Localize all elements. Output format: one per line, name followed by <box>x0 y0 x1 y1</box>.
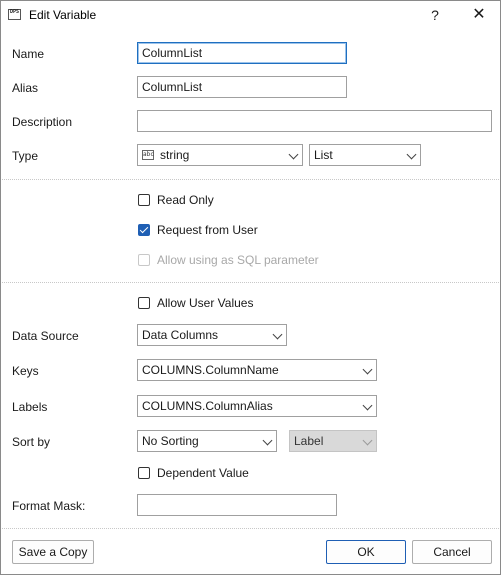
keys-select[interactable]: COLUMNS.ColumnName <box>137 359 377 381</box>
chevron-down-icon <box>406 149 417 160</box>
type-value: string <box>160 148 190 162</box>
help-button[interactable]: ? <box>425 5 445 25</box>
alias-label: Alias <box>12 81 39 95</box>
type-kind-value: List <box>314 148 333 162</box>
string-type-icon: abc <box>142 149 154 160</box>
chevron-down-icon <box>272 329 283 340</box>
sort-field-value: Label <box>294 434 324 448</box>
section-divider <box>2 179 499 180</box>
name-label: Name <box>12 47 45 61</box>
sort-by-value: No Sorting <box>142 434 199 448</box>
sort-by-label: Sort by <box>12 435 51 449</box>
description-label: Description <box>12 115 73 129</box>
format-mask-label: Format Mask: <box>12 499 86 513</box>
type-label: Type <box>12 149 39 163</box>
section-divider <box>2 282 499 283</box>
chevron-down-icon <box>362 435 373 446</box>
labels-value: COLUMNS.ColumnAlias <box>142 399 273 413</box>
read-only-box[interactable] <box>138 194 150 206</box>
labels-label: Labels <box>12 400 48 414</box>
data-source-select[interactable]: Data Columns <box>137 324 287 346</box>
type-select[interactable]: abc string <box>137 144 303 166</box>
type-kind-select[interactable]: List <box>309 144 421 166</box>
app-icon: DPS <box>8 9 21 20</box>
close-button[interactable]: ✕ <box>469 5 489 25</box>
edit-variable-dialog: DPS Edit Variable ? ✕ Name ColumnList Al… <box>0 0 501 575</box>
format-mask-input[interactable] <box>137 494 337 516</box>
read-only-label: Read Only <box>157 193 214 207</box>
dependent-value-box[interactable] <box>138 467 150 479</box>
cancel-button[interactable]: Cancel <box>412 540 492 564</box>
allow-user-values-box[interactable] <box>138 297 150 309</box>
request-from-user-box[interactable] <box>138 224 150 236</box>
data-source-label: Data Source <box>12 329 79 343</box>
chevron-down-icon <box>262 435 273 446</box>
section-divider <box>2 528 499 529</box>
allow-sql-parameter-box <box>138 254 150 266</box>
keys-label: Keys <box>12 364 39 378</box>
data-source-value: Data Columns <box>142 328 219 342</box>
description-input[interactable] <box>137 110 492 132</box>
chevron-down-icon <box>288 149 299 160</box>
keys-value: COLUMNS.ColumnName <box>142 363 279 377</box>
title-bar: DPS Edit Variable ? ✕ <box>1 1 500 29</box>
alias-input[interactable]: ColumnList <box>137 76 347 98</box>
ok-button[interactable]: OK <box>326 540 406 564</box>
labels-select[interactable]: COLUMNS.ColumnAlias <box>137 395 377 417</box>
save-copy-button[interactable]: Save a Copy <box>12 540 94 564</box>
chevron-down-icon <box>362 400 373 411</box>
allow-user-values-label: Allow User Values <box>157 296 254 310</box>
chevron-down-icon <box>362 364 373 375</box>
request-from-user-label: Request from User <box>157 223 258 237</box>
sort-field-select: Label <box>289 430 377 452</box>
sort-by-select[interactable]: No Sorting <box>137 430 277 452</box>
name-input[interactable]: ColumnList <box>137 42 347 64</box>
allow-sql-parameter-label: Allow using as SQL parameter <box>157 253 319 267</box>
window-title: Edit Variable <box>29 8 97 22</box>
dependent-value-label: Dependent Value <box>157 466 249 480</box>
